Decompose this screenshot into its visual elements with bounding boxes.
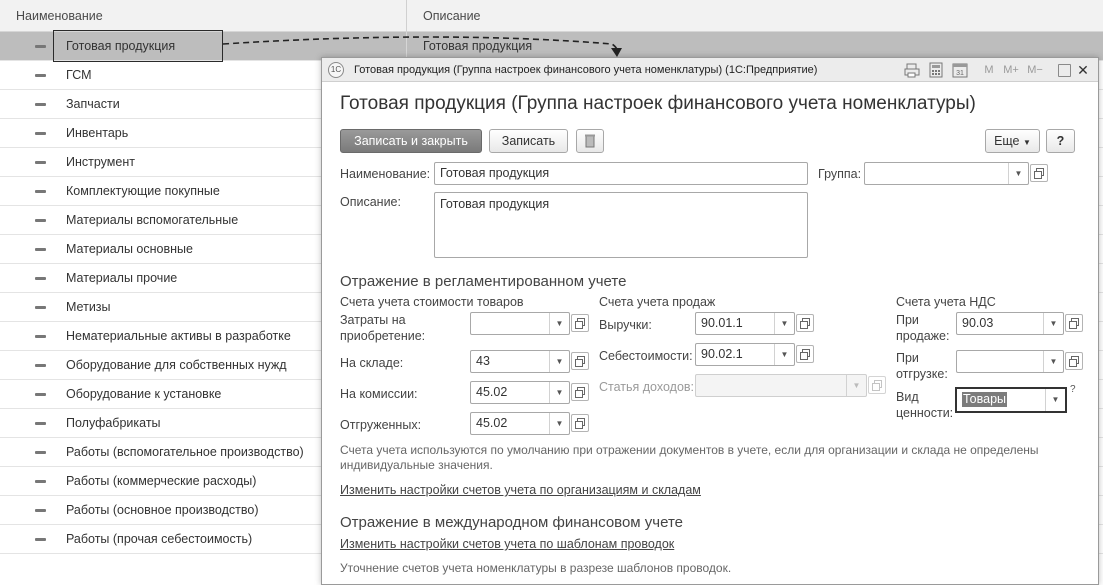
revenue-open-button[interactable]: [796, 314, 814, 332]
name-field[interactable]: Готовая продукция: [434, 162, 808, 185]
calculator-icon[interactable]: [928, 62, 944, 78]
item-form-window: 1С Готовая продукция (Группа настроек фи…: [321, 57, 1099, 585]
window-title: Готовая продукция (Группа настроек финан…: [354, 64, 818, 76]
help-button[interactable]: ?: [1046, 129, 1075, 153]
vat-sale-label: При продаже:: [896, 313, 950, 343]
template-settings-link[interactable]: Изменить настройки счетов учета по шабло…: [340, 537, 674, 551]
warehouse-account-field[interactable]: 43 ▼: [470, 350, 570, 373]
group-label: Группа:: [818, 167, 862, 181]
warehouse-label: На складе:: [340, 356, 404, 370]
name-label: Наименование:: [340, 167, 431, 181]
trash-icon: [585, 134, 595, 148]
value-kind-field[interactable]: Товары ▼: [955, 387, 1067, 413]
acquisition-open-button[interactable]: [571, 314, 589, 332]
income-item-label: Статья доходов:: [599, 380, 695, 394]
save-button[interactable]: Записать: [489, 129, 568, 153]
description-field[interactable]: Готовая продукция: [434, 192, 808, 258]
dropdown-arrow-icon[interactable]: ▼: [549, 313, 569, 334]
more-button-label: Еще: [994, 134, 1020, 148]
org-warehouse-settings-link[interactable]: Изменить настройки счетов учета по орган…: [340, 483, 701, 497]
dropdown-arrow-icon[interactable]: ▼: [549, 351, 569, 372]
window-titlebar[interactable]: 1С Готовая продукция (Группа настроек фи…: [322, 58, 1098, 82]
vat-sale-account-value: 90.03: [962, 316, 994, 330]
warehouse-open-button[interactable]: [571, 352, 589, 370]
commission-open-button[interactable]: [571, 383, 589, 401]
shipped-account-field[interactable]: 45.02 ▼: [470, 412, 570, 435]
memory-plus-button[interactable]: M+: [1000, 62, 1022, 78]
dropdown-arrow-icon[interactable]: ▼: [549, 413, 569, 434]
revenue-account-field[interactable]: 90.01.1 ▼: [695, 312, 795, 335]
memory-minus-button[interactable]: M−: [1024, 62, 1046, 78]
save-and-close-button[interactable]: Записать и закрыть: [340, 129, 482, 153]
form-title: Готовая продукция (Группа настроек финан…: [340, 93, 976, 114]
shipped-label: Отгруженных:: [340, 418, 422, 432]
revenue-account-value: 90.01.1: [701, 316, 743, 330]
dropdown-arrow-icon[interactable]: ▼: [1008, 163, 1028, 184]
vat-sale-open-button[interactable]: [1065, 314, 1083, 332]
print-icon[interactable]: [904, 62, 920, 78]
cogs-account-value: 90.02.1: [701, 347, 743, 361]
dropdown-arrow-icon[interactable]: ▼: [1043, 351, 1063, 372]
app-logo-icon: 1С: [328, 62, 344, 78]
maximize-icon[interactable]: [1058, 64, 1071, 77]
group-field[interactable]: ▼: [864, 162, 1029, 185]
commission-account-field[interactable]: 45.02 ▼: [470, 381, 570, 404]
warehouse-account-value: 43: [476, 354, 490, 368]
dropdown-arrow-icon: ▼: [846, 375, 866, 396]
dropdown-arrow-icon[interactable]: ▼: [1045, 389, 1065, 411]
shipped-account-value: 45.02: [476, 416, 508, 430]
description-label: Описание:: [340, 195, 401, 209]
calendar-day: 31: [956, 70, 964, 77]
group-open-button[interactable]: [1030, 164, 1048, 182]
section-title-regulated: Отражение в регламентированном учете: [340, 273, 627, 290]
calendar-icon[interactable]: 31: [952, 62, 968, 78]
value-kind-value: Товары: [962, 392, 1007, 407]
vat-shipment-account-field[interactable]: ▼: [956, 350, 1064, 373]
income-open-button: [868, 376, 886, 394]
close-icon[interactable]: ✕: [1076, 62, 1090, 78]
shipped-open-button[interactable]: [571, 414, 589, 432]
acquisition-costs-label: Затраты на приобретение:: [340, 313, 426, 343]
description-field-value: Готовая продукция: [440, 197, 550, 211]
value-kind-hint[interactable]: ?: [1070, 384, 1076, 395]
accounts-default-note: Счета учета используются по умолчанию пр…: [340, 443, 1039, 472]
vat-shipment-label: При отгрузке:: [896, 351, 948, 381]
form-body: Готовая продукция (Группа настроек финан…: [322, 83, 1098, 585]
revenue-label: Выручки:: [599, 318, 652, 332]
sales-accounts-header: Счета учета продаж: [599, 295, 716, 309]
acquisition-costs-field[interactable]: ▼: [470, 312, 570, 335]
section-title-international: Отражение в международном финансовом уче…: [340, 514, 683, 531]
name-field-value: Готовая продукция: [440, 166, 550, 180]
vat-accounts-header: Счета учета НДС: [896, 295, 996, 309]
dropdown-arrow-icon[interactable]: ▼: [774, 313, 794, 334]
cogs-account-field[interactable]: 90.02.1 ▼: [695, 343, 795, 366]
commission-label: На комиссии:: [340, 387, 418, 401]
cogs-open-button[interactable]: [796, 345, 814, 363]
dropdown-arrow-icon[interactable]: ▼: [1043, 313, 1063, 334]
memory-m-button[interactable]: M: [982, 62, 996, 78]
commission-account-value: 45.02: [476, 385, 508, 399]
vat-sale-account-field[interactable]: 90.03 ▼: [956, 312, 1064, 335]
vat-shipment-open-button[interactable]: [1065, 352, 1083, 370]
more-button[interactable]: Еще ▼: [985, 129, 1040, 153]
chevron-down-icon: ▼: [1023, 138, 1031, 147]
templates-note: Уточнение счетов учета номенклатуры в ра…: [340, 561, 732, 575]
delete-button[interactable]: [576, 129, 604, 153]
dropdown-arrow-icon[interactable]: ▼: [774, 344, 794, 365]
income-item-field: ▼: [695, 374, 867, 397]
cost-accounts-header: Счета учета стоимости товаров: [340, 295, 524, 309]
cogs-label: Себестоимости:: [599, 349, 693, 363]
dropdown-arrow-icon[interactable]: ▼: [549, 382, 569, 403]
value-kind-label: Вид ценности:: [896, 390, 954, 420]
